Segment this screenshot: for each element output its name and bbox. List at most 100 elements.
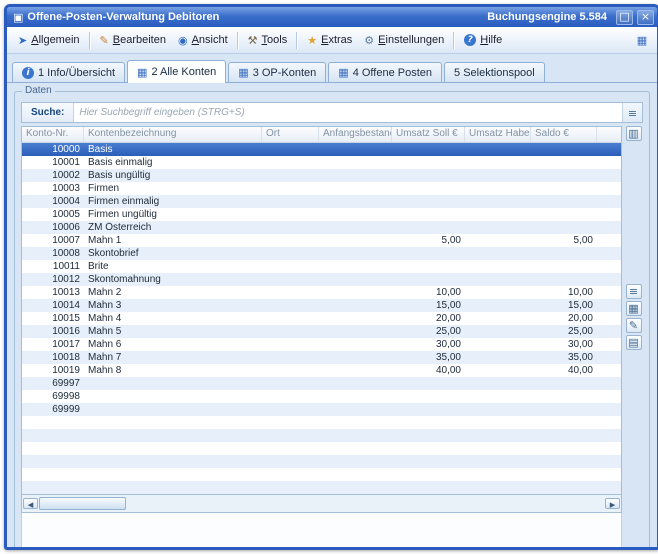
cell-konto: 10013 xyxy=(22,287,84,298)
cell-konto: 10004 xyxy=(22,196,84,207)
cell-bezeichnung: Mahn 5 xyxy=(84,326,262,337)
cell-bezeichnung: Basis xyxy=(84,144,262,155)
table-row-empty xyxy=(22,455,621,468)
table-row-10015[interactable]: 10015Mahn 420,0020,00 xyxy=(22,312,621,325)
cell-saldo: 35,00 xyxy=(531,352,597,363)
toolbar-item-extras[interactable]: ★Extras xyxy=(301,31,358,49)
toolbar-item-hilfe[interactable]: ?Hilfe xyxy=(458,31,508,49)
cell-saldo: 10,00 xyxy=(531,287,597,298)
scroll-right-button[interactable]: ▸ xyxy=(605,498,620,509)
toolbar-item-label: Tools xyxy=(262,34,288,46)
tab-1-info-bersicht[interactable]: i1 Info/Übersicht xyxy=(12,62,125,82)
toolbar-item-tools[interactable]: ⚒Tools xyxy=(242,31,294,49)
toolbar-separator xyxy=(453,32,455,49)
table-row-10002[interactable]: 10002Basis ungültig xyxy=(22,169,621,182)
table-body: 10000Basis10001Basis einmalig10002Basis … xyxy=(21,143,622,494)
grid-button[interactable]: ▦ xyxy=(626,301,642,316)
cell-konto: 10003 xyxy=(22,183,84,194)
table-row-10003[interactable]: 10003Firmen xyxy=(22,182,621,195)
titlebar: ▣ Offene-Posten-Verwaltung Debitoren Buc… xyxy=(7,7,657,27)
cell-saldo: 20,00 xyxy=(531,313,597,324)
table-row-10014[interactable]: 10014Mahn 315,0015,00 xyxy=(22,299,621,312)
table-row-empty xyxy=(22,468,621,481)
column-header-filler xyxy=(597,127,621,142)
table-row-10007[interactable]: 10007Mahn 15,005,00 xyxy=(22,234,621,247)
column-header-umsatz-haben[interactable]: Umsatz Haben € xyxy=(465,127,531,142)
toolbar-item-ansicht[interactable]: ◉Ansicht xyxy=(172,31,234,49)
table-row-10006[interactable]: 10006ZM Österreich xyxy=(22,221,621,234)
scrollbar-thumb[interactable] xyxy=(39,497,126,510)
table-row-10018[interactable]: 10018Mahn 735,0035,00 xyxy=(22,351,621,364)
table-row-10017[interactable]: 10017Mahn 630,0030,00 xyxy=(22,338,621,351)
close-button[interactable]: × xyxy=(637,10,654,25)
search-options-button[interactable]: ≡ xyxy=(622,103,642,122)
cell-umsatz_soll: 40,00 xyxy=(392,365,465,376)
tab-label: 5 Selektionspool xyxy=(454,67,535,79)
table-row-10005[interactable]: 10005Firmen ungültig xyxy=(22,208,621,221)
horizontal-scrollbar[interactable]: ◂ ▸ xyxy=(21,494,622,513)
cell-konto: 10000 xyxy=(22,144,84,155)
cell-bezeichnung: Basis einmalig xyxy=(84,157,262,168)
table-row-69999[interactable]: 69999 xyxy=(22,403,621,416)
table-row-10012[interactable]: 10012Skontomahnung xyxy=(22,273,621,286)
cell-konto: 10015 xyxy=(22,313,84,324)
cell-umsatz_soll: 25,00 xyxy=(392,326,465,337)
cell-konto: 10005 xyxy=(22,209,84,220)
table-row-10019[interactable]: 10019Mahn 840,0040,00 xyxy=(22,364,621,377)
scroll-left-icon: ◂ xyxy=(28,499,34,510)
toolbar: ➤Allgemein ✎Bearbeiten◉Ansicht ⚒Tools ★Extr… xyxy=(7,27,657,54)
table-row-10016[interactable]: 10016Mahn 525,0025,00 xyxy=(22,325,621,338)
search-input[interactable] xyxy=(73,103,622,122)
table-row-69998[interactable]: 69998 xyxy=(22,390,621,403)
column-header-ort[interactable]: Ort xyxy=(262,127,319,142)
table-row-69997[interactable]: 69997 xyxy=(22,377,621,390)
tab-label: 1 Info/Übersicht xyxy=(38,67,115,79)
cell-bezeichnung: Mahn 6 xyxy=(84,339,262,350)
cell-konto: 10014 xyxy=(22,300,84,311)
toolbar-item-allgemein[interactable]: ➤Allgemein xyxy=(12,31,86,49)
cell-konto: 10006 xyxy=(22,222,84,233)
list-button[interactable]: ≡ xyxy=(626,284,642,299)
grid-main: Konto-Nr.KontenbezeichnungOrtAnfangsbest… xyxy=(21,126,622,550)
cell-konto: 10001 xyxy=(22,157,84,168)
table-row-10001[interactable]: 10001Basis einmalig xyxy=(22,156,621,169)
scroll-left-button[interactable]: ◂ xyxy=(23,498,38,509)
list-icon: ≡ xyxy=(629,286,638,297)
layout-grid-button[interactable]: ▦ xyxy=(632,31,652,49)
maximize-icon: □ xyxy=(619,11,629,22)
edit-button[interactable]: ✎ xyxy=(626,318,642,333)
cell-bezeichnung: Firmen ungültig xyxy=(84,209,262,220)
column-header-konto-nr[interactable]: Konto-Nr. xyxy=(22,127,84,142)
star-icon: ★ xyxy=(307,35,317,46)
tab-2-alle-konten[interactable]: ▦2 Alle Konten xyxy=(127,60,226,83)
toolbar-item-label: Einstellungen xyxy=(378,34,444,46)
table-row-10011[interactable]: 10011Brite xyxy=(22,260,621,273)
column-options-button[interactable]: ▥ xyxy=(626,126,642,141)
table-row-10000[interactable]: 10000Basis xyxy=(22,143,621,156)
cell-umsatz_soll: 20,00 xyxy=(392,313,465,324)
cell-bezeichnung: Firmen xyxy=(84,183,262,194)
table-row-10013[interactable]: 10013Mahn 210,0010,00 xyxy=(22,286,621,299)
toolbar-item-einstellungen[interactable]: ⚙Einstellungen xyxy=(358,31,450,49)
columns-icon: ▤ xyxy=(628,337,638,348)
cell-bezeichnung: Mahn 3 xyxy=(84,300,262,311)
tab-4-offene-posten[interactable]: ▦4 Offene Posten xyxy=(328,62,442,82)
table-row-10008[interactable]: 10008Skontobrief xyxy=(22,247,621,260)
layout-grid-icon: ▦ xyxy=(637,35,647,46)
cell-konto: 10011 xyxy=(22,261,84,272)
view-icon: ◉ xyxy=(178,35,188,46)
toolbar-item-bearbeiten[interactable]: ✎Bearbeiten xyxy=(94,31,172,49)
edit-icon: ✎ xyxy=(629,320,638,331)
column-header-saldo[interactable]: Saldo € xyxy=(531,127,597,142)
columns-button[interactable]: ▤ xyxy=(626,335,642,350)
cell-umsatz_soll: 30,00 xyxy=(392,339,465,350)
table-row-10004[interactable]: 10004Firmen einmalig xyxy=(22,195,621,208)
column-header-umsatz-soll[interactable]: Umsatz Soll € xyxy=(392,127,465,142)
cell-bezeichnung: Mahn 7 xyxy=(84,352,262,363)
cell-umsatz_soll: 10,00 xyxy=(392,287,465,298)
column-header-kontenbezeichnung[interactable]: Kontenbezeichnung xyxy=(84,127,262,142)
tab-5-selektionspool[interactable]: 5 Selektionspool xyxy=(444,62,545,82)
tab-3-op-konten[interactable]: ▦3 OP-Konten xyxy=(228,62,326,82)
maximize-button[interactable]: □ xyxy=(616,10,633,25)
column-header-anfangsbestand[interactable]: Anfangsbestand xyxy=(319,127,392,142)
